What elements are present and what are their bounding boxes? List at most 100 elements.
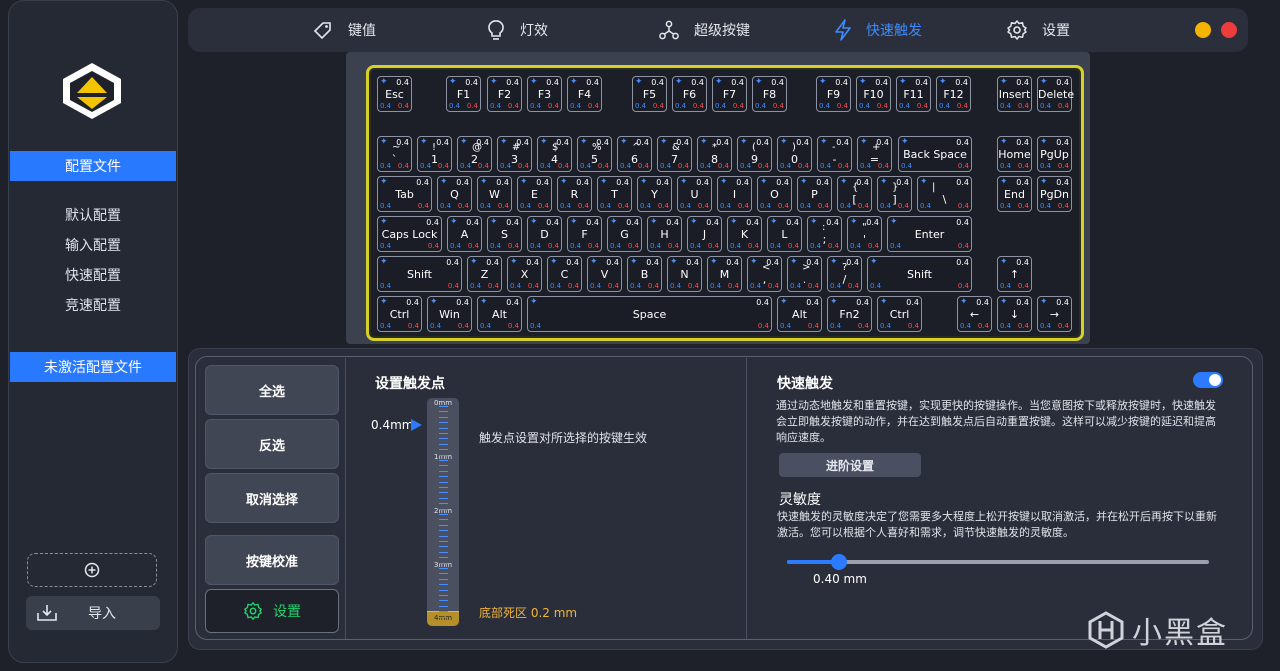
key[interactable]: ✦ 0.4 0.4 0.4 E bbox=[517, 176, 552, 212]
key[interactable]: ✦ 0.4 0.4 0.4{[ bbox=[837, 176, 872, 212]
profile-item-fast[interactable]: 快速配置 bbox=[8, 260, 178, 290]
key[interactable]: ✦ 0.4 0.4 0.4 F4 bbox=[567, 76, 602, 112]
key[interactable]: ✦ 0.4 0.4 0.4 J bbox=[687, 216, 722, 252]
key[interactable]: ✦ 0.4 0.4 0.4 F8 bbox=[752, 76, 787, 112]
calibrate-button[interactable]: 按键校准 bbox=[205, 535, 339, 585]
profile-item-default[interactable]: 默认配置 bbox=[8, 200, 178, 230]
key[interactable]: ✦ 0.4 0.4 0.4 " ' bbox=[847, 216, 882, 252]
select-all-button[interactable]: 全选 bbox=[205, 365, 339, 415]
key[interactable]: ✦ 0.4 0.4 0.4 Insert bbox=[997, 76, 1032, 112]
key[interactable]: ✦ 0.4 0.4 0.4 G bbox=[607, 216, 642, 252]
key[interactable]: ✦ 0.4 0.4 0.4 M bbox=[707, 256, 742, 292]
close-button[interactable] bbox=[1221, 22, 1237, 38]
key[interactable]: ✦ 0.4 0.4 0.4 ← bbox=[957, 296, 992, 332]
key[interactable]: ✦ 0.4 0.4 0.4 Space bbox=[527, 296, 772, 332]
key[interactable]: ✦ 0.4 0.4 0.4 Win bbox=[427, 296, 472, 332]
key[interactable]: ✦ 0.4 0.4 0.4 Alt bbox=[777, 296, 822, 332]
key[interactable]: ✦ 0.4 0.4 0.4 L bbox=[767, 216, 802, 252]
import-button[interactable]: 导入 bbox=[26, 596, 160, 630]
key[interactable]: ✦ 0.4 0.4 0.4 V bbox=[587, 256, 622, 292]
key[interactable]: ✦ 0.4 0.4 0.4 F bbox=[567, 216, 602, 252]
profile-item-input[interactable]: 输入配置 bbox=[8, 230, 178, 260]
key[interactable]: ✦ 0.4 0.4 0.4 & 7 bbox=[657, 136, 692, 172]
key[interactable]: ✦ 0.4 0.4 0.4 W bbox=[477, 176, 512, 212]
key[interactable]: ✦ 0.4 0.4 0.4 @2 bbox=[457, 136, 492, 172]
rapid-trigger-toggle[interactable] bbox=[1193, 372, 1223, 388]
config-files-header[interactable]: 配置文件 bbox=[10, 151, 176, 181]
key[interactable]: ✦ 0.4 0.4 0.4 F12 bbox=[936, 76, 971, 112]
key[interactable]: ✦ 0.4 0.4 0.4% 5 bbox=[577, 136, 612, 172]
key[interactable]: ✦ 0.4 0.4 0.4 F11 bbox=[896, 76, 931, 112]
invert-selection-button[interactable]: 反选 bbox=[205, 419, 339, 469]
key[interactable]: ✦ 0.4 0.4 0.4 F3 bbox=[527, 76, 562, 112]
key[interactable]: ✦ 0.4 0.4 0.4 Shift bbox=[377, 256, 462, 292]
key[interactable]: ✦ 0.4 0.4 0.4 Ctrl bbox=[377, 296, 422, 332]
tab-super-keys[interactable]: 超级按键 bbox=[658, 8, 750, 52]
key[interactable]: ✦ 0.4 0.4 0.4 $4 bbox=[537, 136, 572, 172]
tab-settings[interactable]: 设置 bbox=[1006, 8, 1070, 52]
key[interactable]: ✦ 0.4 0.4 0.4 Enter bbox=[887, 216, 972, 252]
key[interactable]: ✦ 0.4 0.4 0.4? / bbox=[827, 256, 862, 292]
key[interactable]: ✦ 0.4 0.4 0.4 F2 bbox=[487, 76, 522, 112]
inactive-profiles-header[interactable]: 未激活配置文件 bbox=[10, 352, 176, 382]
advanced-settings-button[interactable]: 进阶设置 bbox=[779, 453, 921, 477]
key[interactable]: ✦ 0.4 0.4 0.4 X bbox=[507, 256, 542, 292]
key[interactable]: ✦ 0.4 0.4 0.4 ~ ` bbox=[377, 136, 412, 172]
trigger-ruler[interactable]: 0mm 1mm 2mm 3mm 4mm bbox=[427, 398, 459, 626]
key[interactable]: ✦ 0.4 0.4 0.4 A bbox=[447, 216, 482, 252]
key[interactable]: ✦ 0.4 0.4 0.4 Y bbox=[637, 176, 672, 212]
key[interactable]: ✦ 0.4 0.4 0.4 T bbox=[597, 176, 632, 212]
key[interactable]: ✦ 0.4 0.4 0.4 Back Space bbox=[898, 136, 972, 172]
key[interactable]: ✦ 0.4 0.4 0.4- - bbox=[817, 136, 852, 172]
key[interactable]: ✦ 0.4 0.4 0.4) 0 bbox=[777, 136, 812, 172]
key[interactable]: ✦ 0.4 0.4 0.4 K bbox=[727, 216, 762, 252]
key[interactable]: ✦ 0.4 0.4 0.4 <, bbox=[747, 256, 782, 292]
tab-keymap[interactable]: 键值 bbox=[312, 8, 376, 52]
key-settings-button[interactable]: 设置 bbox=[205, 589, 339, 633]
key[interactable]: ✦ 0.4 0.4 0.4 Q bbox=[437, 176, 472, 212]
key[interactable]: ✦ 0.4 0.4 0.4 PgUp bbox=[1037, 136, 1072, 172]
key[interactable]: ✦ 0.4 0.4 0.4 F7 bbox=[712, 76, 747, 112]
tab-lighting[interactable]: 灯效 bbox=[486, 8, 548, 52]
key[interactable]: ✦ 0.4 0.4 0.4 #3 bbox=[497, 136, 532, 172]
key[interactable]: ✦ 0.4 0.4 0.4 Caps Lock bbox=[377, 216, 442, 252]
profile-item-race[interactable]: 竞速配置 bbox=[8, 290, 178, 320]
key[interactable]: ✦ 0.4 0.4 0.4 Shift bbox=[867, 256, 972, 292]
key[interactable]: ✦ 0.4 0.4 0.4 P bbox=[797, 176, 832, 212]
add-profile-button[interactable] bbox=[27, 553, 157, 587]
key[interactable]: ✦ 0.4 0.4 0.4 >. bbox=[787, 256, 822, 292]
key[interactable]: ✦ 0.4 0.4 0.4 End bbox=[997, 176, 1032, 212]
key[interactable]: ✦ 0.4 0.4 0.4 U bbox=[677, 176, 712, 212]
tab-rapid-trigger[interactable]: 快速触发 bbox=[834, 8, 922, 52]
key[interactable]: ✦ 0.4 0.4 0.4}] bbox=[877, 176, 912, 212]
key[interactable]: ✦ 0.4 0.4 0.4 Home bbox=[997, 136, 1032, 172]
key[interactable]: ✦ 0.4 0.4 0.4 S bbox=[487, 216, 522, 252]
key[interactable]: ✦ 0.4 0.4 0.4 Z bbox=[467, 256, 502, 292]
key[interactable]: ✦ 0.4 0.4 0.4 Ctrl bbox=[877, 296, 922, 332]
key[interactable]: ✦ 0.4 0.4 0.4 I bbox=[717, 176, 752, 212]
key[interactable]: ✦ 0.4 0.4 0.4 D bbox=[527, 216, 562, 252]
key[interactable]: ✦ 0.4 0.4 0.4 N bbox=[667, 256, 702, 292]
key[interactable]: ✦ 0.4 0.4 0.4 → bbox=[1037, 296, 1072, 332]
sensitivity-slider-handle[interactable] bbox=[831, 554, 847, 570]
key[interactable]: ✦ 0.4 0.4 0.4 Fn2 bbox=[827, 296, 872, 332]
key[interactable]: ✦ 0.4 0.4 0.4 R bbox=[557, 176, 592, 212]
key[interactable]: ✦ 0.4 0.4 0.4 ↑ bbox=[997, 256, 1032, 292]
key[interactable]: ✦ 0.4 0.4 0.4 F9 bbox=[816, 76, 851, 112]
key[interactable]: ✦ 0.4 0.4 0.4 ↓ bbox=[997, 296, 1032, 332]
key[interactable]: ✦ 0.4 0.4 0.4 | \ bbox=[917, 176, 972, 212]
key[interactable]: ✦ 0.4 0.4 0.4 ^ 6 bbox=[617, 136, 652, 172]
key[interactable]: ✦ 0.4 0.4 0.4 * 8 bbox=[697, 136, 732, 172]
key[interactable]: ✦ 0.4 0.4 0.4! 1 bbox=[417, 136, 452, 172]
deselect-button[interactable]: 取消选择 bbox=[205, 473, 339, 523]
key[interactable]: ✦ 0.4 0.4 0.4 Alt bbox=[477, 296, 522, 332]
key[interactable]: ✦ 0.4 0.4 0.4 Esc bbox=[377, 76, 412, 112]
key[interactable]: ✦ 0.4 0.4 0.4 F1 bbox=[446, 76, 481, 112]
key[interactable]: ✦ 0.4 0.4 0.4 F5 bbox=[632, 76, 667, 112]
key[interactable]: ✦ 0.4 0.4 0.4 C bbox=[547, 256, 582, 292]
key[interactable]: ✦ 0.4 0.4 0.4 H bbox=[647, 216, 682, 252]
sensitivity-slider-track[interactable] bbox=[787, 560, 1209, 564]
key[interactable]: ✦ 0.4 0.4 0.4 Tab bbox=[377, 176, 432, 212]
key[interactable]: ✦ 0.4 0.4 0.4 B bbox=[627, 256, 662, 292]
key[interactable]: ✦ 0.4 0.4 0.4(9 bbox=[737, 136, 772, 172]
